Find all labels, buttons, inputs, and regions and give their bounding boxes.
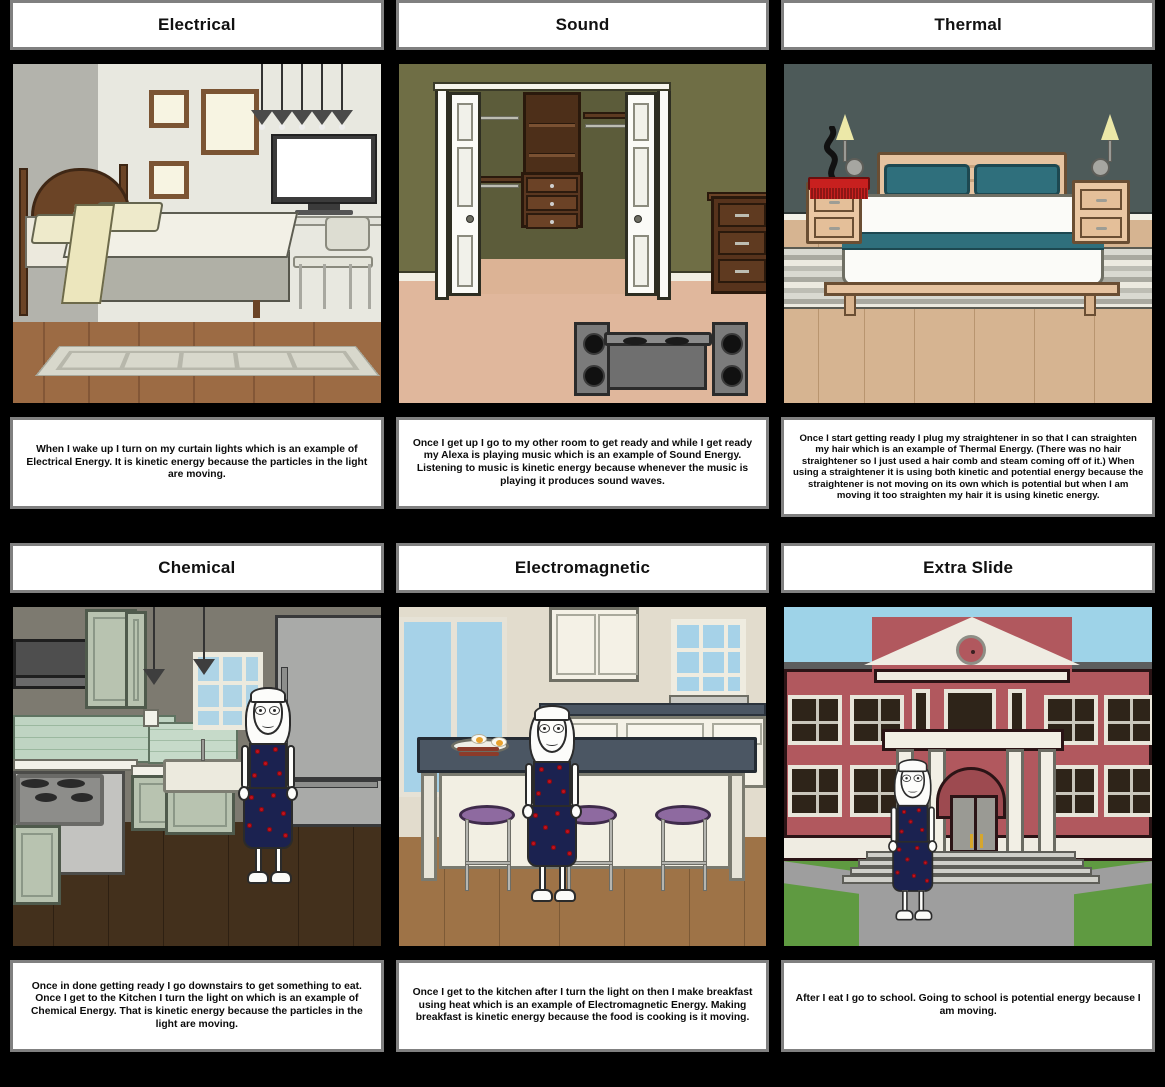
scene-kitchen-island-electromagnetic (395, 604, 770, 949)
countertop (13, 759, 138, 771)
cell-title-thermal: Thermal (934, 15, 1002, 34)
caption-electromagnetic: Once I get to the kitchen after I turn t… (412, 987, 753, 1024)
column (1038, 749, 1057, 857)
cell-title-electrical: Electrical (158, 15, 236, 34)
wall-picture-frame (149, 90, 189, 128)
cell-title-electromagnetic: Electromagnetic (514, 558, 651, 577)
door-knob[interactable] (465, 215, 474, 223)
pendant-lights-group (251, 64, 381, 134)
chair-seat (293, 256, 373, 268)
bed-leg (253, 300, 260, 318)
storyboard-cell-chemical: Chemical Once in done getting ready I go… (10, 543, 384, 1052)
entrance-step (850, 867, 1093, 875)
caption-box-extra: After I eat I go to school. Going to sch… (781, 960, 1156, 1052)
stereo-console-top (603, 332, 712, 346)
pillow (884, 164, 971, 196)
closet-door-panel[interactable] (656, 88, 671, 300)
caption-thermal: Once I start getting ready I plug my str… (793, 432, 1144, 502)
cell-title-box-thermal: Thermal (781, 0, 1156, 50)
chair-back (325, 216, 370, 251)
bed-frame (824, 282, 1121, 296)
scene-bedroom-electrical (10, 61, 384, 406)
cell-title-box-chemical: Chemical (10, 543, 384, 593)
closet-door-right[interactable] (624, 92, 657, 296)
pendant-light (193, 607, 215, 675)
storyboard-row-1: Electrical When I wake up I turn on my c… (0, 0, 1165, 517)
pillow (974, 164, 1061, 196)
stereo-console (606, 342, 707, 390)
hair-comb-teeth (810, 188, 869, 199)
scene-bedroom-thermal (781, 61, 1156, 406)
caption-electrical: When I wake up I turn on my curtain ligh… (26, 444, 368, 481)
portico (882, 729, 1065, 751)
caption-chemical: Once in done getting ready I go downstai… (30, 980, 363, 1030)
storyboard-cell-thermal: Thermal Once I start getting ready I plu… (781, 0, 1156, 517)
entablature (874, 669, 1071, 683)
scene-kitchen-chemical (10, 604, 384, 949)
storyboard: Electrical When I wake up I turn on my c… (0, 0, 1165, 1087)
entrance-step (842, 875, 1101, 884)
steam-icon (824, 126, 840, 184)
faucet (201, 739, 205, 761)
bed-accent-band (842, 232, 1105, 250)
closet-door-panel[interactable] (434, 88, 449, 300)
cell-title-box-electrical: Electrical (10, 0, 384, 50)
upper-cabinet (125, 611, 147, 709)
storyboard-row-2: Chemical Once in done getting ready I go… (0, 543, 1165, 1052)
door-knob[interactable] (633, 215, 642, 223)
wall-picture-frame (149, 161, 189, 199)
scene-school-extra (781, 604, 1156, 949)
storyboard-cell-extra: Extra Slide After I eat I go to school. … (781, 543, 1156, 1052)
caption-box-sound: Once I get up I go to my other room to g… (395, 417, 770, 509)
closet-door-left[interactable] (448, 92, 481, 296)
caption-sound: Once I get up I go to my other room to g… (412, 437, 753, 487)
character-figure (233, 687, 305, 887)
kitchen-window (670, 619, 746, 697)
cell-title-extra: Extra Slide (923, 558, 1014, 577)
closet-drawers (520, 172, 583, 229)
storyboard-cell-sound: Sound Once I get up I go to my other roo… (395, 0, 770, 517)
caption-box-thermal: Once I start getting ready I plug my str… (781, 417, 1156, 517)
storyboard-cell-electromagnetic: Electromagnetic Once I get to the kitche… (395, 543, 770, 1052)
closet-header-trim (432, 82, 671, 91)
storyboard-cell-electrical: Electrical When I wake up I turn on my c… (10, 0, 384, 517)
character-figure (517, 705, 589, 905)
tv-base (295, 210, 353, 215)
dresser (710, 196, 767, 294)
cell-title-sound: Sound (555, 15, 610, 34)
lower-cabinet (13, 825, 61, 905)
school-window (788, 765, 843, 817)
scene-closet-sound (395, 61, 770, 406)
fridge-handle[interactable] (293, 781, 378, 788)
school-window (1104, 695, 1153, 745)
cell-title-box-sound: Sound (395, 0, 770, 50)
light-switch[interactable] (143, 709, 159, 727)
cell-title-chemical: Chemical (158, 558, 236, 577)
column (1006, 749, 1025, 857)
caption-box-electromagnetic: Once I get to the kitchen after I turn t… (395, 960, 770, 1052)
school-window (788, 695, 843, 745)
tv-screen (277, 139, 371, 197)
speaker-right (711, 322, 748, 396)
upper-cabinet (548, 607, 639, 682)
pendant-light (143, 607, 165, 685)
cell-title-box-extra: Extra Slide (781, 543, 1156, 593)
caption-box-electrical: When I wake up I turn on my curtain ligh… (10, 417, 384, 509)
caption-extra: After I eat I go to school. Going to sch… (795, 993, 1141, 1017)
caption-box-chemical: Once in done getting ready I go downstai… (10, 960, 384, 1052)
area-rug (35, 346, 380, 376)
character-figure (884, 759, 938, 921)
nightstand-right (1072, 180, 1131, 244)
school-window (1104, 765, 1153, 817)
cell-title-box-electromagnetic: Electromagnetic (395, 543, 770, 593)
school-entrance-doors[interactable] (950, 795, 999, 853)
